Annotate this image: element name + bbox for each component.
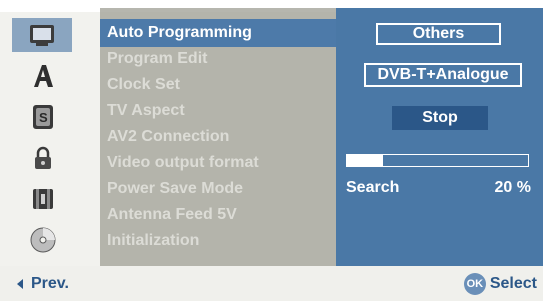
menu-item-antenna-feed[interactable]: Antenna Feed 5V <box>107 202 237 228</box>
tv-setup-icon[interactable] <box>12 18 72 52</box>
menu-item-tv-aspect[interactable]: TV Aspect <box>107 98 185 124</box>
ok-icon: OK <box>463 273 486 295</box>
select-button[interactable]: OK Select <box>463 273 537 295</box>
menu-item-av2-connection[interactable]: AV2 Connection <box>107 124 229 150</box>
language-icon[interactable] <box>16 59 70 93</box>
menu-item-power-save-mode[interactable]: Power Save Mode <box>107 176 243 202</box>
menu-item-video-output-format[interactable]: Video output format <box>107 150 259 176</box>
left-arrow-icon <box>17 279 23 289</box>
prev-button[interactable]: Prev. <box>17 275 69 293</box>
menu-item-auto-programming[interactable]: Auto Programming <box>107 20 252 46</box>
search-progress-fill <box>347 155 384 166</box>
search-progress-bar <box>346 154 529 167</box>
menu-item-program-edit[interactable]: Program Edit <box>107 46 207 72</box>
select-label: Select <box>489 275 537 292</box>
svg-text:S: S <box>39 110 48 125</box>
disc-icon[interactable] <box>16 223 70 257</box>
auto-programming-panel: Others DVB-T+Analogue Stop Search 20 % <box>336 12 543 266</box>
search-label: Search <box>346 179 400 196</box>
menu-item-initialization[interactable]: Initialization <box>107 228 199 254</box>
top-strip <box>0 0 543 12</box>
footer-bar: Prev. OK Select <box>0 266 543 301</box>
source-selector[interactable]: DVB-T+Analogue <box>364 63 522 87</box>
search-percent: 20 % <box>494 179 531 196</box>
prev-label: Prev. <box>31 275 69 292</box>
menu-item-clock-set[interactable]: Clock Set <box>107 72 180 98</box>
settings-menu: Auto Programming Program Edit Clock Set … <box>100 12 336 266</box>
audio-icon[interactable]: S <box>16 100 70 134</box>
country-selector[interactable]: Others <box>376 23 501 45</box>
lock-icon[interactable] <box>16 141 70 175</box>
stop-button[interactable]: Stop <box>392 106 488 130</box>
record-icon[interactable] <box>16 182 70 216</box>
category-icon-column: S <box>0 12 100 266</box>
setup-screen: S Auto Programming Program Edit Clock Se… <box>0 0 543 301</box>
